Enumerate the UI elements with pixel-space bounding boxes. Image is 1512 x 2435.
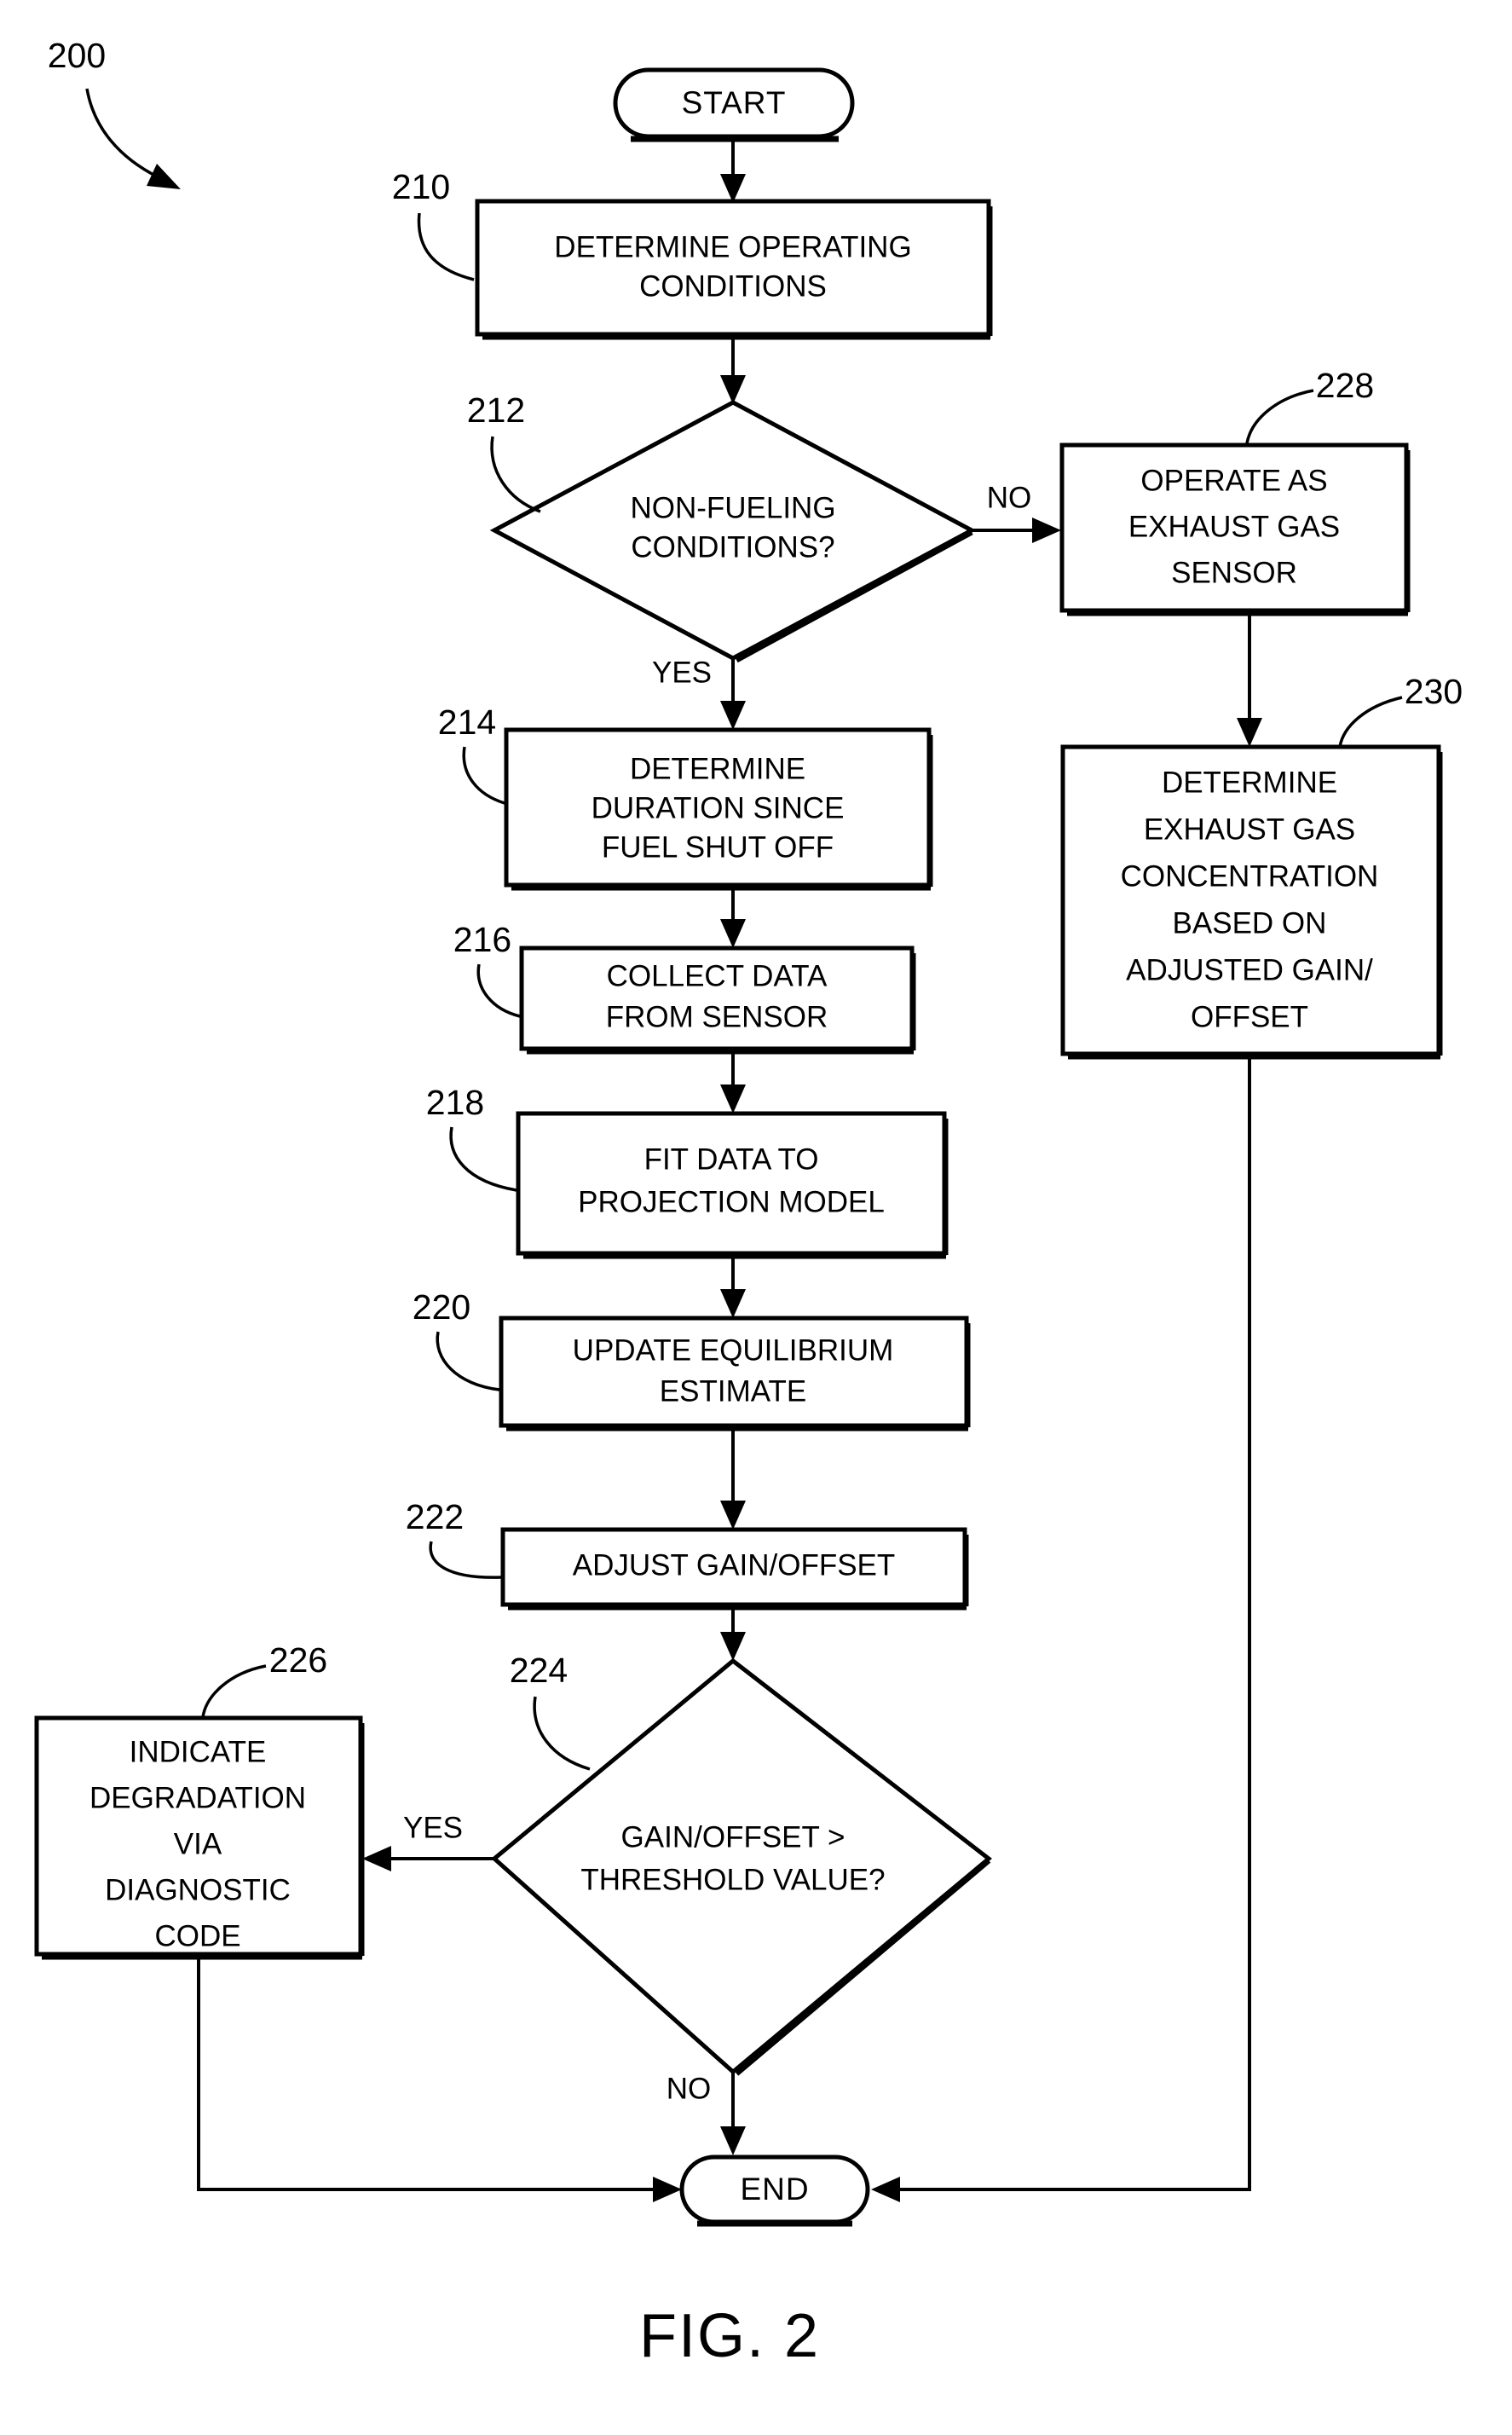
node-210-line-0: DETERMINE OPERATING — [554, 230, 911, 263]
arrowhead-224-yes-to-226 — [362, 1846, 391, 1871]
node-end: END — [679, 2154, 870, 2227]
leader-line-212 — [490, 436, 541, 513]
node-start: START — [613, 67, 855, 142]
node-230-line-3: BASED ON — [1173, 906, 1327, 940]
node-214-line-1: DURATION SINCE — [592, 791, 845, 824]
node-212-line-1: CONDITIONS? — [631, 530, 834, 564]
leader-line-220 — [436, 1331, 500, 1391]
node-220-line-1: ESTIMATE — [660, 1374, 806, 1408]
branch-label-224-no: NO — [667, 2072, 712, 2105]
arrowhead-214-to-216 — [720, 919, 746, 948]
node-226-line-1: DEGRADATION — [89, 1781, 306, 1814]
ref-number-210: 210 — [392, 167, 450, 206]
figure-ref-200: 200 — [48, 36, 181, 189]
node-224: GAIN/OFFSET > THRESHOLD VALUE? 224 YES N… — [403, 1651, 992, 2105]
arrowhead-230-to-end — [871, 2177, 900, 2202]
ref-number-200: 200 — [48, 36, 106, 75]
node-222-line-0: ADJUST GAIN/OFFSET — [573, 1548, 896, 1582]
arrowhead-leader-200 — [147, 164, 181, 189]
leader-line-228 — [1245, 389, 1314, 444]
node-230-line-2: CONCENTRATION — [1121, 859, 1379, 893]
leader-line-214 — [462, 746, 505, 805]
node-228-line-0: OPERATE AS — [1140, 464, 1327, 497]
node-224-line-0: GAIN/OFFSET > — [621, 1820, 845, 1854]
node-224-line-1: THRESHOLD VALUE? — [580, 1863, 885, 1896]
node-230: DETERMINE EXHAUST GAS CONCENTRATION BASE… — [1060, 672, 1463, 1060]
node-226-line-4: CODE — [154, 1919, 240, 1952]
leader-line-230 — [1338, 696, 1403, 748]
node-212: NON-FUELING CONDITIONS? 212 NO YES — [467, 390, 1031, 689]
node-212-line-0: NON-FUELING — [630, 491, 835, 524]
leader-line-200 — [85, 88, 159, 179]
flowchart-diagram: 200 START DETERMINE OPERATING CONDITIONS… — [34, 36, 1463, 2370]
node-210: DETERMINE OPERATING CONDITIONS 210 — [392, 167, 993, 340]
node-218-box — [516, 1111, 947, 1256]
ref-number-212: 212 — [467, 390, 525, 430]
leader-line-216 — [476, 963, 521, 1018]
arrowhead-212-no-to-228 — [1032, 518, 1061, 543]
node-228: OPERATE AS EXHAUST GAS SENSOR 228 — [1059, 366, 1411, 616]
start-label: START — [682, 85, 787, 120]
ref-number-228: 228 — [1316, 366, 1374, 405]
node-210-box — [475, 199, 991, 337]
connector-226-to-end — [197, 1956, 665, 2191]
arrowhead-212-yes-to-214 — [720, 701, 746, 730]
branch-label-212-yes: YES — [652, 656, 712, 689]
ref-number-216: 216 — [453, 920, 511, 959]
node-230-line-0: DETERMINE — [1162, 766, 1337, 799]
leader-line-222 — [429, 1541, 502, 1579]
arrowhead-220-to-222 — [720, 1501, 746, 1530]
arrowhead-228-to-230 — [1237, 718, 1262, 747]
end-label: END — [740, 2172, 809, 2207]
node-228-line-2: SENSOR — [1171, 556, 1297, 589]
node-216-line-1: FROM SENSOR — [606, 1000, 828, 1033]
node-218-line-0: FIT DATA TO — [644, 1142, 819, 1176]
node-226-line-0: INDICATE — [130, 1735, 267, 1768]
node-220: UPDATE EQUILIBRIUM ESTIMATE 220 — [413, 1287, 971, 1432]
node-230-line-4: ADJUSTED GAIN/ — [1126, 953, 1373, 986]
figure-caption: FIG. 2 — [639, 2302, 820, 2370]
node-214-line-0: DETERMINE — [630, 752, 805, 785]
arrowhead-start-to-210 — [720, 174, 746, 203]
arrowhead-218-to-220 — [720, 1289, 746, 1318]
arrowhead-224-no-to-end — [720, 2126, 746, 2155]
branch-label-224-yes: YES — [403, 1811, 463, 1844]
ref-number-226: 226 — [269, 1640, 327, 1680]
node-230-line-5: OFFSET — [1191, 1000, 1308, 1033]
node-222: ADJUST GAIN/OFFSET 222 — [406, 1497, 969, 1611]
arrowhead-226-to-end — [653, 2177, 682, 2202]
arrowhead-210-to-212 — [720, 375, 746, 404]
ref-number-222: 222 — [406, 1497, 464, 1536]
leader-line-224 — [533, 1696, 591, 1771]
node-220-line-0: UPDATE EQUILIBRIUM — [573, 1333, 894, 1367]
arrowhead-222-to-224 — [720, 1632, 746, 1661]
node-218: FIT DATA TO PROJECTION MODEL 218 — [426, 1083, 949, 1259]
arrowhead-216-to-218 — [720, 1084, 746, 1113]
ref-number-218: 218 — [426, 1083, 484, 1122]
branch-label-212-no: NO — [987, 481, 1032, 514]
ref-number-224: 224 — [510, 1651, 568, 1690]
patent-figure: 200 START DETERMINE OPERATING CONDITIONS… — [0, 0, 1512, 2435]
node-226-line-2: VIA — [174, 1827, 222, 1860]
ref-number-214: 214 — [438, 703, 496, 742]
node-230-line-1: EXHAUST GAS — [1144, 813, 1355, 846]
node-214: DETERMINE DURATION SINCE FUEL SHUT OFF 2… — [438, 703, 933, 891]
node-216-line-0: COLLECT DATA — [607, 959, 828, 992]
node-214-line-2: FUEL SHUT OFF — [602, 830, 834, 864]
leader-line-210 — [417, 212, 475, 281]
node-218-line-1: PROJECTION MODEL — [578, 1185, 885, 1218]
node-226-line-3: DIAGNOSTIC — [105, 1873, 291, 1906]
leader-line-218 — [449, 1126, 517, 1192]
node-226: INDICATE DEGRADATION VIA DIAGNOSTIC CODE… — [34, 1640, 365, 1960]
node-228-line-1: EXHAUST GAS — [1128, 510, 1340, 543]
node-210-line-1: CONDITIONS — [639, 269, 827, 303]
node-216: COLLECT DATA FROM SENSOR 216 — [453, 920, 916, 1055]
ref-number-230: 230 — [1405, 672, 1463, 711]
ref-number-220: 220 — [413, 1287, 470, 1327]
leader-line-226 — [201, 1664, 267, 1718]
